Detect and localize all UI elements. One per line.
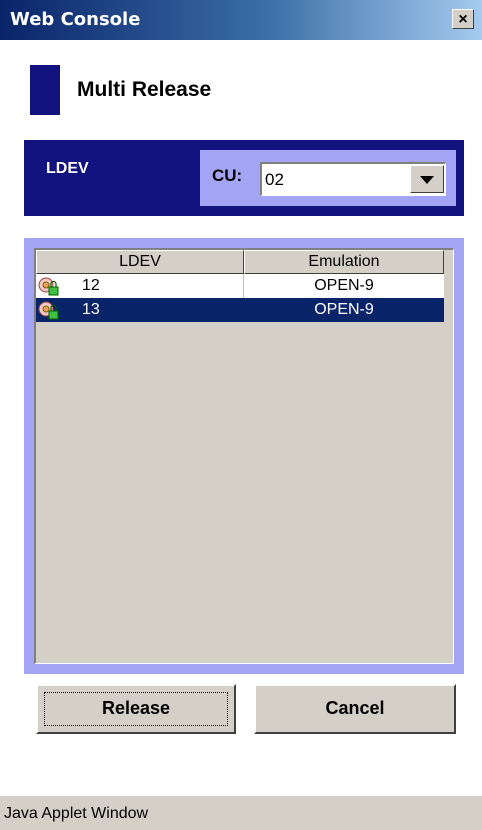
heading-accent	[30, 65, 60, 115]
row-emulation: OPEN-9	[314, 277, 374, 294]
release-button[interactable]: Release	[36, 684, 236, 734]
cu-panel: CU: 02	[200, 150, 456, 206]
ldev-table[interactable]: LDEV Emulation 12 OPEN-9 13 OPEN-9	[34, 248, 454, 664]
table-header: LDEV Emulation	[36, 250, 453, 274]
disk-lock-icon	[38, 300, 60, 320]
row-ldev: 12	[82, 277, 100, 294]
cu-dropdown-value: 02	[265, 170, 284, 189]
status-text: Java Applet Window	[4, 805, 149, 822]
ldev-table-frame: LDEV Emulation 12 OPEN-9 13 OPEN-9	[24, 238, 464, 674]
window-titlebar: Web Console ×	[0, 0, 482, 40]
column-header-emulation[interactable]: Emulation	[244, 250, 444, 274]
close-icon: ×	[458, 11, 468, 28]
cu-dropdown-button[interactable]	[410, 165, 444, 193]
column-header-ldev[interactable]: LDEV	[36, 250, 244, 274]
cu-dropdown[interactable]: 02	[260, 162, 446, 196]
window-title: Web Console	[10, 9, 141, 30]
close-button[interactable]: ×	[452, 9, 474, 29]
table-row[interactable]: 12 OPEN-9	[36, 274, 444, 298]
ldev-label: LDEV	[46, 160, 89, 177]
cu-selector-bar: LDEV CU: 02	[24, 140, 464, 216]
cancel-button-label: Cancel	[325, 698, 385, 718]
disk-lock-icon	[38, 276, 60, 296]
row-ldev: 13	[82, 301, 100, 318]
cu-label: CU:	[212, 166, 243, 185]
table-row-selected[interactable]: 13 OPEN-9	[36, 298, 444, 322]
page-title: Multi Release	[77, 78, 212, 101]
status-bar: Java Applet Window	[0, 796, 482, 830]
release-button-label: Release	[101, 698, 171, 718]
cancel-button[interactable]: Cancel	[254, 684, 456, 734]
row-emulation: OPEN-9	[314, 301, 374, 318]
